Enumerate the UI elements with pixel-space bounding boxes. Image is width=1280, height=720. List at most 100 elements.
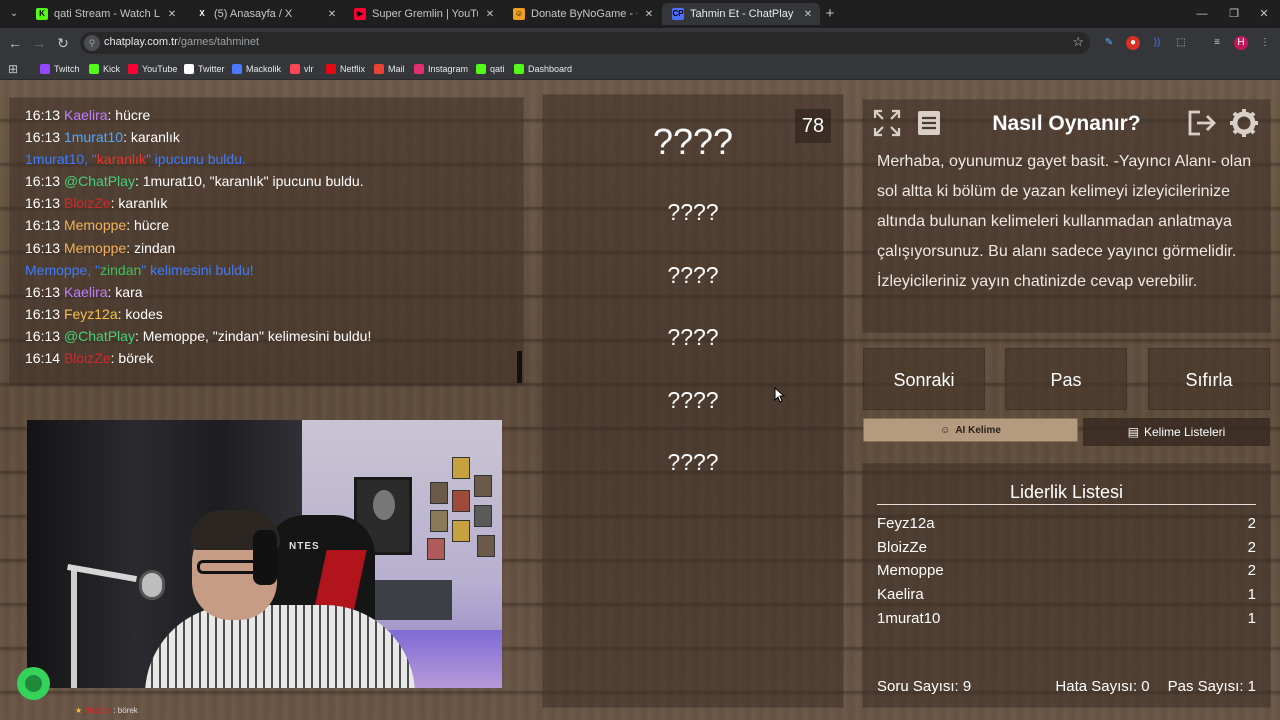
chat-message: 16:13 Feyz12a: kodes <box>25 303 523 325</box>
chat-username[interactable]: BloizZe <box>64 350 111 366</box>
extension-audio-icon[interactable]: )) <box>1150 36 1164 50</box>
forbidden-word: ???? <box>667 386 719 413</box>
restore-button[interactable]: ❐ <box>1224 6 1244 22</box>
chat-username[interactable]: Memoppe <box>64 240 126 256</box>
browser-tab[interactable]: CP Tahmin Et - ChatPlay ✕ <box>662 3 820 25</box>
leaderboard-panel: Liderlik Listesi Feyz12a 2 BloizZe 2 Memoppe… <box>863 464 1270 707</box>
close-window-button[interactable]: ✕ <box>1254 6 1274 22</box>
chat-username[interactable]: Kaelira <box>64 107 108 123</box>
bookmark-favicon-icon <box>476 64 486 74</box>
logout-icon[interactable] <box>1185 106 1219 140</box>
bookmark-label: vlr <box>304 64 314 74</box>
apps-grid-icon[interactable]: ⊞ <box>8 63 20 75</box>
bookmark-item[interactable]: Mail <box>374 62 405 76</box>
bookmark-item[interactable]: vlr <box>290 62 314 76</box>
extension-icon[interactable]: ✎ <box>1102 36 1116 50</box>
microphone <box>139 570 165 600</box>
leaderboard-score: 2 <box>1247 515 1256 532</box>
chat-message: 16:13 Kaelira: hücre <box>25 104 523 126</box>
ai-word-button[interactable]: ☺ AI Kelime <box>863 418 1078 442</box>
tab-title: Super Gremlin | YouTube Music <box>372 8 478 20</box>
gear-icon[interactable] <box>1227 106 1261 140</box>
extension-record-icon[interactable]: ● <box>1126 36 1140 50</box>
bookmark-item[interactable]: Dashboard <box>514 62 572 76</box>
chat-username[interactable]: @ChatPlay <box>64 328 135 344</box>
chat-username[interactable]: Feyz12a <box>64 306 118 322</box>
chat-username[interactable]: BloizZe <box>64 195 111 211</box>
tab-title: (5) Anasayfa / X <box>214 8 293 20</box>
word-lists-button[interactable]: ▤ Kelime Listeleri <box>1083 418 1270 446</box>
chat-message: 16:13 Memoppe: zindan <box>25 237 523 259</box>
bookmark-item[interactable]: Twitter <box>184 62 225 76</box>
tab-favicon-icon: K <box>36 8 48 20</box>
bookmark-favicon-icon <box>326 64 336 74</box>
chat-timestamp: 16:13 <box>25 217 61 234</box>
forbidden-word: ???? <box>667 324 719 350</box>
chat-scrollbar[interactable] <box>517 351 522 383</box>
bookmark-label: Dashboard <box>528 64 573 74</box>
chat-username[interactable]: Kaelira <box>64 284 108 300</box>
next-button[interactable]: Sonraki <box>863 348 985 410</box>
bookmark-item[interactable]: Instagram <box>414 62 468 76</box>
leaderboard-divider <box>877 504 1256 505</box>
chat-text: : börek <box>110 350 154 367</box>
browser-tab[interactable]: X (5) Anasayfa / X ✕ <box>186 3 344 25</box>
chat-timestamp: 16:13 <box>25 129 61 146</box>
chat-timestamp: 16:13 <box>25 283 61 300</box>
tab-close-icon[interactable]: ✕ <box>326 9 338 20</box>
leaderboard-player-name: Feyz12a <box>877 515 935 532</box>
forbidden-word: ???? <box>667 449 719 475</box>
tab-close-icon[interactable]: ✕ <box>643 9 655 20</box>
back-arrow-icon[interactable]: ← <box>7 35 23 51</box>
chat-username[interactable]: @ChatPlay <box>64 173 135 189</box>
overlay-chat-user: BloizZe <box>84 706 112 715</box>
chat-system-text: " kelimesini buldu! <box>141 261 254 278</box>
bookmark-item[interactable]: Mackolik <box>232 62 281 76</box>
tab-title: Tahmin Et - ChatPlay <box>690 8 794 20</box>
chat-timestamp: 16:13 <box>25 305 61 322</box>
pass-count: Pas Sayısı: 1 <box>1167 678 1256 695</box>
forward-arrow-icon[interactable]: → <box>31 35 47 51</box>
browser-tab[interactable]: Kqati Stream - Watch Live on Kick ✕ <box>26 3 184 25</box>
tab-search-icon[interactable]: ⌄ <box>6 6 22 22</box>
chat-username[interactable]: 1murat10 <box>64 129 123 145</box>
bookmark-item[interactable]: qati <box>476 62 505 76</box>
leaderboard-row: Feyz12a 2 <box>877 515 1256 539</box>
reload-icon[interactable]: ↻ <box>55 35 71 51</box>
clipboard-icon: ▤ <box>1127 425 1139 439</box>
bookmark-favicon-icon <box>514 64 524 74</box>
word-panel: 78 ???? ???????????????????? <box>543 95 843 707</box>
chat-username[interactable]: Memoppe <box>64 217 126 233</box>
bookmark-item[interactable]: Netflix <box>326 62 365 76</box>
word-lists-label: Kelime Listeleri <box>1143 425 1226 439</box>
site-info-icon[interactable]: ⚲ <box>84 35 100 51</box>
reset-button[interactable]: Sıfırla <box>1148 348 1270 410</box>
forbidden-word: ???? <box>667 261 719 288</box>
bookmark-item[interactable]: YouTube <box>128 62 177 76</box>
chat-text: : kodes <box>117 305 163 322</box>
overlay-chat-text: börek <box>117 706 138 715</box>
chat-text: : karanlık <box>123 129 180 146</box>
game-page: 16:13 Kaelira: hücre 16:13 1murat10: kara… <box>0 80 1280 720</box>
minimize-button[interactable]: — <box>1192 6 1212 22</box>
bookmark-item[interactable]: Twitch <box>40 62 80 76</box>
menu-kebab-icon[interactable]: ⋮ <box>1258 36 1272 50</box>
browser-tab[interactable]: ☺ Donate ByNoGame - Gelen/Giden ✕ <box>503 3 661 25</box>
profile-avatar[interactable]: H <box>1234 36 1248 50</box>
address-bar[interactable]: ⚲ chatplay.com.tr/games/tahminet ☆ <box>80 32 1090 54</box>
tab-close-icon[interactable]: ✕ <box>166 9 178 20</box>
chat-timestamp: 16:13 <box>25 327 61 344</box>
chat-timestamp: 16:13 <box>25 239 61 256</box>
new-tab-button[interactable]: + <box>822 6 838 22</box>
extensions-puzzle-icon[interactable]: ⬚ <box>1174 36 1188 50</box>
tab-close-icon[interactable]: ✕ <box>484 9 496 20</box>
pass-button[interactable]: Pas <box>1005 348 1127 410</box>
bookmark-star-icon[interactable]: ☆ <box>1072 34 1084 50</box>
media-control-icon[interactable]: ≡ <box>1210 36 1224 50</box>
browser-tab[interactable]: ▶ Super Gremlin | YouTube Music ✕ <box>344 3 502 25</box>
bookmark-favicon-icon <box>40 64 50 74</box>
tab-close-icon[interactable]: ✕ <box>802 9 814 20</box>
leaderboard-score: 2 <box>1247 562 1256 580</box>
bookmark-item[interactable]: Kick <box>89 62 120 76</box>
chat-system-text: , " <box>87 261 101 278</box>
